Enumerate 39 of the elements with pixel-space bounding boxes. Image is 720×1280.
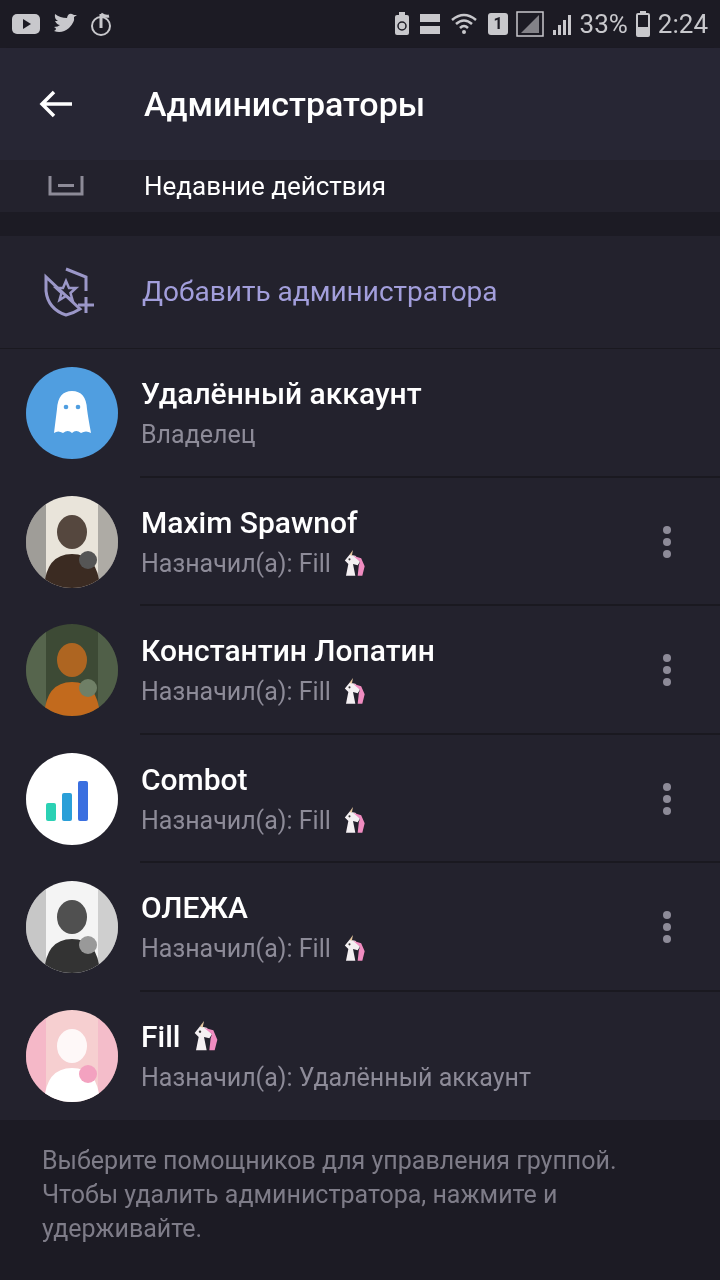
admin-name: Fill <box>141 1017 181 1056</box>
sim-number-badge: 1 <box>488 13 508 35</box>
more-options-icon[interactable] <box>662 910 672 945</box>
admin-name: ОЛЕЖА <box>141 889 248 928</box>
add-admin-link[interactable]: Добавить администратора <box>142 271 498 313</box>
more-options-icon[interactable] <box>662 781 672 816</box>
battery-icon <box>635 11 650 37</box>
admin-hint-text: Выберите помощников для управления группой. Чтобы удалить администратора, нажмите и удерживайте. <box>42 1145 618 1245</box>
admin-role: Назначил(а): Удалённый аккаунт <box>141 1061 532 1094</box>
admin-name: Удалённый аккаунт <box>141 375 422 414</box>
screen-title: Администраторы <box>144 82 426 126</box>
clock-time: 2:24 <box>657 11 708 37</box>
more-options-icon[interactable] <box>662 524 672 559</box>
bird-icon <box>52 13 78 35</box>
admin-row[interactable]: Удалённый аккаунт Владелец <box>0 349 720 478</box>
admin-row[interactable]: ОЛЕЖА Назначил(а): Fill <box>0 863 720 992</box>
bar-chart-avatar-icon <box>26 752 118 845</box>
document-icon <box>48 176 84 196</box>
battery-saver-icon <box>394 12 411 36</box>
back-arrow-icon[interactable] <box>38 89 74 119</box>
admin-row[interactable]: Combot Назначил(а): Fill <box>0 734 720 863</box>
more-options-icon[interactable] <box>662 653 672 688</box>
ghost-avatar-icon <box>26 367 118 460</box>
admin-role: Назначил(а): Fill <box>141 547 331 580</box>
admin-name: Combot <box>141 760 248 799</box>
admin-role: Назначил(а): Fill <box>141 933 331 966</box>
signal-icon <box>551 12 572 36</box>
signal-icon <box>515 11 544 37</box>
admin-row[interactable]: Fill Назначил(а): Удалённый аккаунт <box>0 991 720 1120</box>
admin-row[interactable]: Maxim Spawnof Назначил(а): Fill <box>0 477 720 606</box>
battery-percent: 33% <box>579 11 628 37</box>
admin-role: Назначил(а): Fill <box>141 804 331 837</box>
add-admin-shield-icon <box>42 265 96 319</box>
video-app-icon <box>12 14 40 34</box>
admin-row[interactable]: Константин Лопатин Назначил(а): Fill <box>0 606 720 735</box>
admin-name: Константин Лопатин <box>141 632 435 671</box>
admin-role: Владелец <box>141 419 256 452</box>
admin-role: Назначил(а): Fill <box>141 676 331 709</box>
admin-name: Maxim Spawnof <box>141 503 358 542</box>
